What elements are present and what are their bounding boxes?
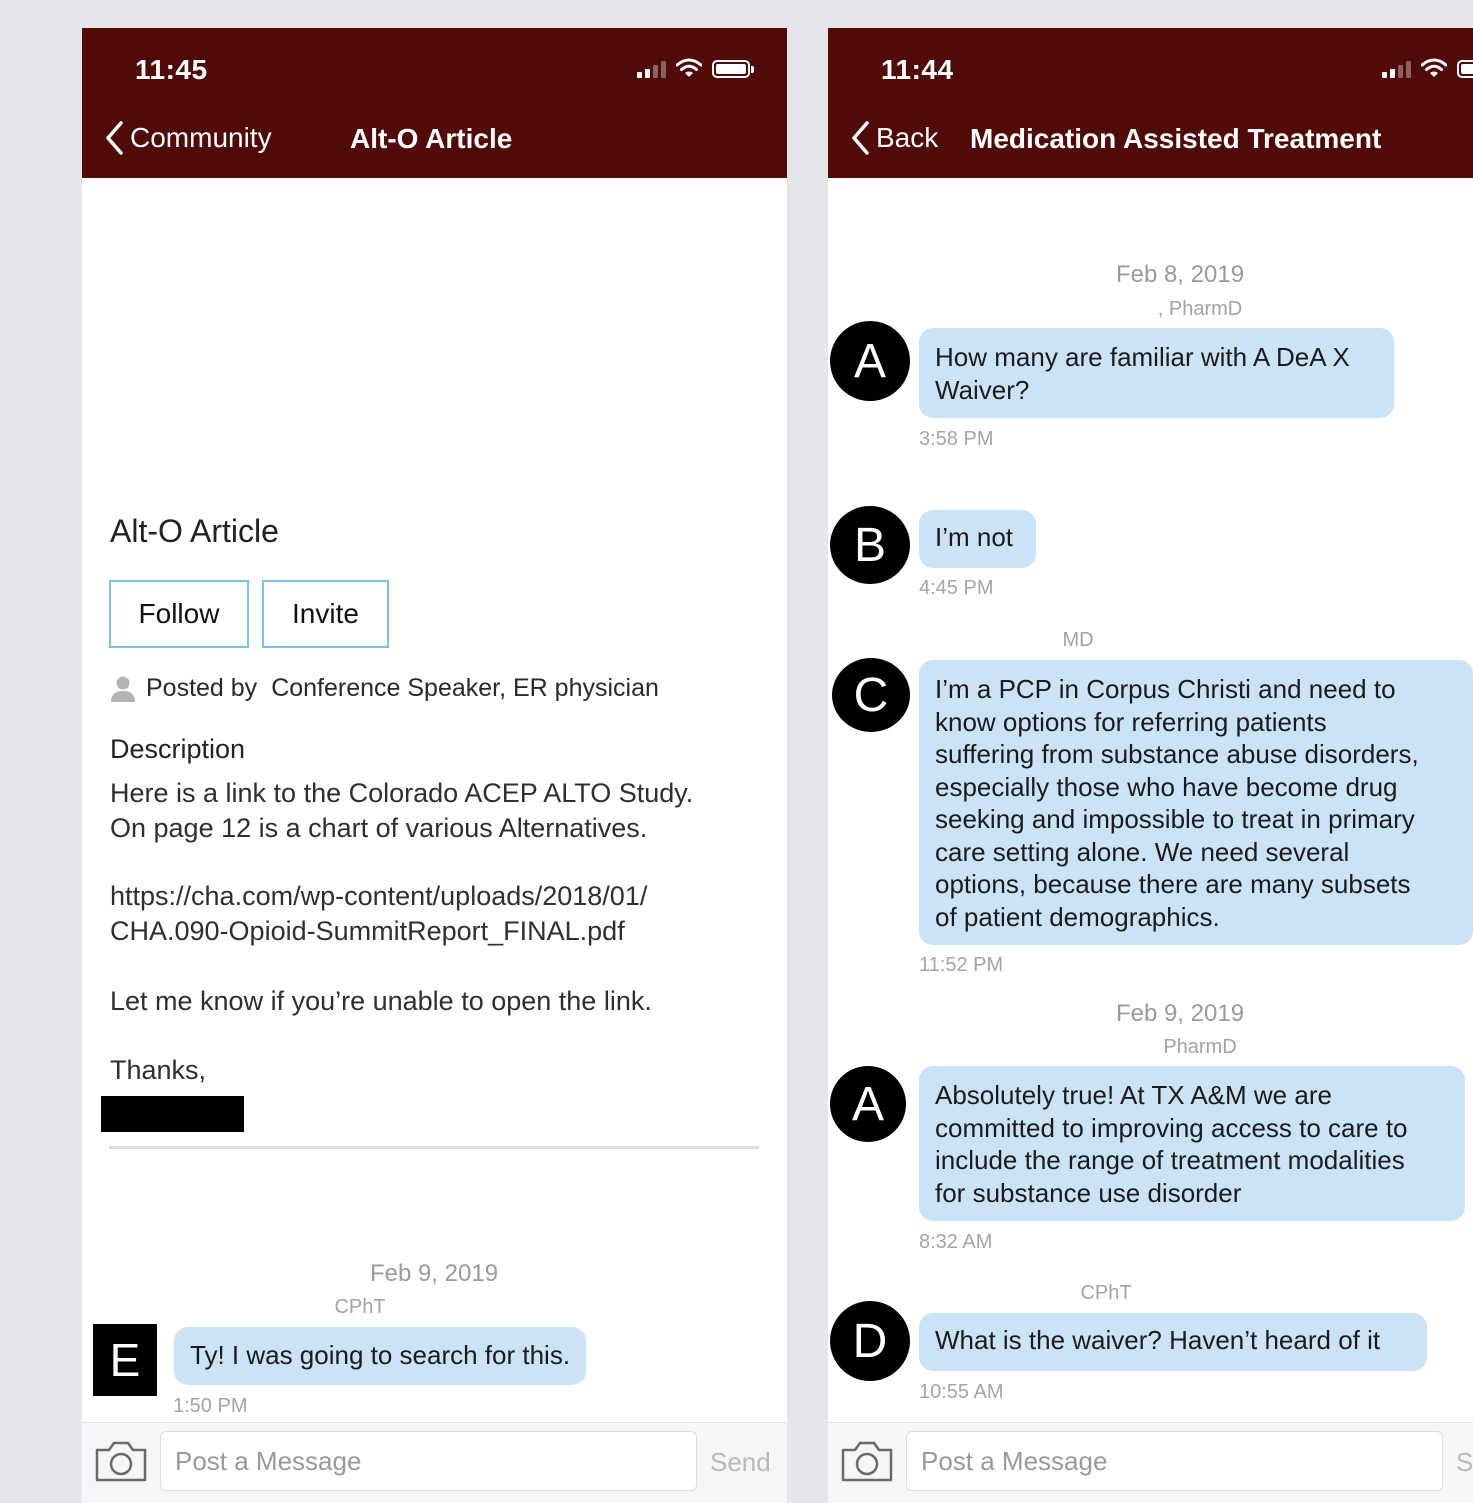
article-link[interactable]: CHA.090-Opioid-SummitReport_FINAL.pdf	[110, 916, 625, 947]
message-bubble: What is the waiver? Haven’t heard of it	[919, 1313, 1427, 1371]
message-line: I’m a PCP in Corpus Christi and need to	[935, 674, 1396, 704]
message-time: 3:58 PM	[919, 428, 994, 450]
message-input[interactable]	[160, 1431, 697, 1491]
sender-name: CPhT	[1080, 1282, 1132, 1304]
cellular-signal-icon	[1382, 60, 1411, 78]
post-author: Conference Speaker, ER physician	[271, 674, 659, 702]
description-line: Here is a link to the Colorado ACEP ALTO…	[110, 778, 694, 808]
wifi-icon	[1421, 58, 1447, 77]
chevron-left-icon	[852, 121, 869, 155]
article-link[interactable]: https://cha.com/wp-content/uploads/2018/…	[110, 881, 647, 912]
description-heading: Description	[110, 734, 246, 764]
back-button[interactable]: Back	[850, 120, 938, 156]
avatar[interactable]: B	[830, 506, 910, 584]
article-title: Alt-O Article	[110, 513, 279, 549]
message-line: Absolutely true! At TX A&M we are	[935, 1080, 1332, 1110]
message-line: for substance use disorder	[935, 1177, 1242, 1208]
sender-name: , PharmD	[1157, 298, 1243, 320]
avatar[interactable]: E	[93, 1324, 157, 1396]
message-bubble: Absolutely true! At TX A&M we are commit…	[919, 1066, 1465, 1221]
message-line: know options for referring patients	[935, 706, 1327, 737]
invite-button[interactable]: Invite	[262, 580, 389, 648]
back-label: Community	[130, 122, 272, 153]
message-text: Ty! I was going to search for this.	[190, 1340, 571, 1370]
compose-bar: S	[828, 1422, 1473, 1503]
message-bubble: I’m not	[919, 510, 1036, 568]
back-to-community-button[interactable]: Community	[104, 120, 272, 156]
status-time: 11:44	[881, 54, 954, 85]
message-line: seeking and impossible to treat in prima…	[935, 804, 1415, 834]
status-icons	[637, 58, 754, 78]
wifi-icon	[676, 58, 702, 77]
sender-name: PharmD	[1163, 1036, 1237, 1058]
posted-by-row: Posted by Conference Speaker, ER physici…	[110, 674, 659, 703]
status-time: 11:45	[135, 54, 208, 85]
nav-title: Medication Assisted Treatment	[970, 123, 1382, 154]
send-button[interactable]: S	[1456, 1447, 1473, 1478]
description-line: On page 12 is a chart of various Alterna…	[110, 813, 648, 843]
redacted-name	[101, 1096, 244, 1132]
message-time: 8:32 AM	[919, 1231, 993, 1253]
message-line: How many are familiar with A DeA X	[935, 342, 1350, 372]
group-chat-screen: 11:44 Back Medication Assisted Treatment…	[828, 28, 1473, 1503]
battery-icon	[712, 60, 754, 78]
message-time: 11:52 PM	[919, 954, 1004, 976]
message-input[interactable]	[906, 1431, 1443, 1491]
app-header: 11:44 Back Medication Assisted Treatment	[828, 28, 1473, 178]
chat-date: Feb 9, 2019	[369, 1260, 499, 1287]
message-line: I’m not	[935, 522, 1014, 552]
message-time: 4:45 PM	[919, 577, 994, 599]
avatar[interactable]: A	[830, 321, 910, 401]
message-line: care setting alone. We need several	[935, 836, 1350, 867]
person-icon	[111, 676, 135, 702]
article-screen: 11:45 Community Alt-O Article Alt-O Arti…	[82, 28, 787, 1503]
camera-icon[interactable]	[94, 1439, 148, 1483]
message-bubble: I’m a PCP in Corpus Christi and need to …	[919, 660, 1473, 945]
description-signoff: Thanks,	[110, 1055, 207, 1085]
avatar[interactable]: A	[830, 1066, 906, 1142]
status-icons	[1382, 58, 1473, 78]
chevron-left-icon	[106, 121, 123, 155]
send-button[interactable]: Send	[710, 1447, 771, 1478]
chat-date: Feb 9, 2019	[1115, 1000, 1245, 1027]
description-line: Let me know if you’re unable to open the…	[110, 986, 652, 1016]
message-line: suffering from substance abuse disorders…	[935, 739, 1419, 769]
message-line: options, because there are many subsets	[935, 869, 1411, 899]
posted-by-label: Posted by	[146, 674, 258, 702]
message-line: especially those who have become drug	[935, 771, 1398, 802]
avatar[interactable]: D	[830, 1301, 910, 1381]
message-bubble: Ty! I was going to search for this.	[174, 1327, 587, 1385]
battery-icon	[1457, 60, 1473, 78]
follow-button[interactable]: Follow	[109, 580, 249, 648]
message-time: 10:55 AM	[919, 1381, 1004, 1403]
sender-name: CPhT	[334, 1296, 386, 1318]
message-bubble: How many are familiar with A DeA X Waive…	[919, 328, 1394, 418]
message-line: include the range of treatment modalitie…	[935, 1145, 1405, 1175]
app-header: 11:45 Community Alt-O Article	[82, 28, 787, 178]
chat-date: Feb 8, 2019	[1115, 261, 1245, 288]
sender-name: MD	[1062, 629, 1094, 651]
message-line: committed to improving access to care to	[935, 1112, 1408, 1143]
avatar[interactable]: C	[832, 658, 910, 732]
compose-bar: Send	[82, 1422, 787, 1503]
message-time: 1:50 PM	[173, 1395, 248, 1417]
camera-icon[interactable]	[840, 1439, 894, 1483]
nav-title: Alt-O Article	[350, 123, 513, 154]
back-label: Back	[876, 122, 939, 153]
message-line: What is the waiver? Haven’t heard of it	[935, 1325, 1381, 1355]
divider	[109, 1146, 759, 1149]
message-line: of patient demographics.	[935, 901, 1220, 932]
cellular-signal-icon	[637, 60, 666, 78]
message-line: Waiver?	[935, 374, 1030, 405]
